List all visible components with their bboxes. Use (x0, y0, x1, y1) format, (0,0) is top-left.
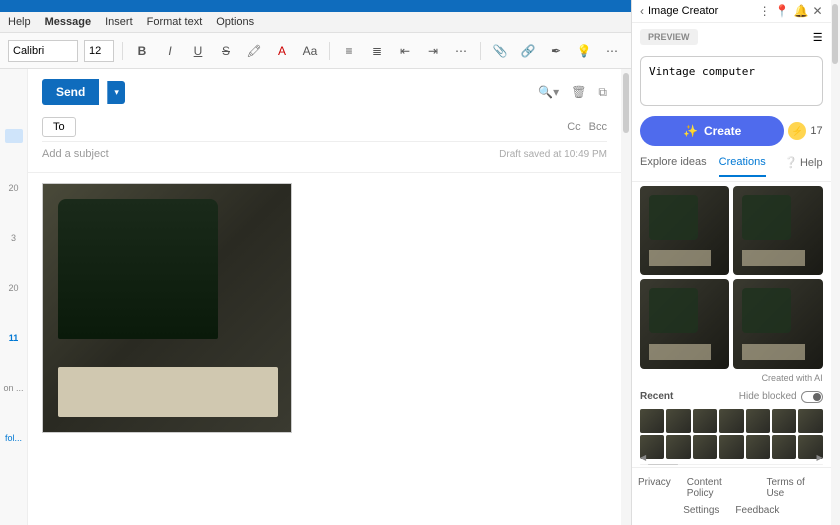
tab-format-text[interactable]: Format text (147, 16, 203, 28)
recent-thumb[interactable] (640, 409, 664, 433)
privacy-link[interactable]: Privacy (638, 477, 671, 499)
bullet-list-button[interactable]: ≡ (338, 40, 360, 62)
font-size-select[interactable] (84, 40, 114, 62)
back-icon[interactable]: ‹ (640, 4, 644, 18)
notification-icon[interactable]: 🔔 (794, 4, 809, 18)
recent-scrollbar[interactable] (640, 464, 823, 465)
to-button[interactable]: To (42, 117, 76, 137)
cc-link[interactable]: Cc (567, 121, 580, 133)
tab-explore-ideas[interactable]: Explore ideas (640, 156, 707, 177)
recent-thumb[interactable] (772, 409, 796, 433)
preview-badge: PREVIEW (640, 29, 698, 45)
hide-blocked-label: Hide blocked (739, 391, 797, 402)
tab-insert[interactable]: Insert (105, 16, 133, 28)
top-bar (0, 0, 631, 12)
more-paragraph-button[interactable]: ⋯ (450, 40, 472, 62)
tab-help[interactable]: Help (8, 16, 31, 28)
creation-thumb[interactable] (640, 279, 729, 368)
recent-thumb[interactable] (719, 409, 743, 433)
creations-grid (632, 182, 831, 373)
ribbon-tabs: Help Message Insert Format text Options (0, 12, 631, 33)
indent-button[interactable]: ⇥ (422, 40, 444, 62)
gutter-count: 20 (8, 183, 18, 193)
hide-blocked-toggle[interactable] (801, 391, 823, 403)
recent-thumb[interactable] (746, 409, 770, 433)
terms-link[interactable]: Terms of Use (766, 477, 824, 499)
gutter-label: fol... (5, 433, 22, 443)
font-select[interactable] (8, 40, 78, 62)
clear-format-button[interactable]: Aa (299, 40, 321, 62)
recent-scroll-right[interactable]: ▶ (816, 453, 822, 462)
help-icon: ❔ (784, 156, 798, 173)
gutter-count: 20 (8, 283, 18, 293)
sensitivity-button[interactable]: 💡 (573, 40, 595, 62)
recent-label: Recent (640, 391, 673, 402)
gutter-count: 11 (9, 333, 19, 343)
close-icon[interactable]: ✕ (813, 4, 823, 18)
more-icon[interactable]: ⋮ (759, 4, 771, 18)
folder-gutter: 20 3 20 11 on ... fol... (0, 69, 28, 525)
recent-scroll-left[interactable]: ◀ (640, 453, 646, 462)
highlight-button[interactable]: 🖍 (243, 40, 265, 62)
send-dropdown[interactable]: ▾ (107, 81, 125, 104)
gutter-count: 3 (11, 233, 16, 243)
create-button[interactable]: ✨ Create (640, 116, 784, 146)
popout-icon[interactable]: ⧉ (598, 85, 607, 100)
link-button[interactable]: 🔗 (517, 40, 539, 62)
tab-creations[interactable]: Creations (719, 156, 766, 177)
ai-disclosure: Created with AI (632, 373, 831, 387)
inserted-image[interactable] (42, 183, 292, 433)
separator (122, 42, 123, 60)
formatting-toolbar: B I U S 🖍 A Aa ≡ ≣ ⇤ ⇥ ⋯ 📎 🔗 ✒ 💡 ⋯ (0, 33, 631, 69)
signature-button[interactable]: ✒ (545, 40, 567, 62)
draft-saved-label: Draft saved at 10:49 PM (499, 149, 607, 160)
separator (329, 42, 330, 60)
creation-thumb[interactable] (733, 186, 822, 275)
settings-link[interactable]: Settings (683, 505, 719, 516)
send-button[interactable]: Send (42, 79, 99, 105)
create-label: Create (704, 124, 741, 138)
number-list-button[interactable]: ≣ (366, 40, 388, 62)
recent-thumb[interactable] (693, 409, 717, 433)
credits-count: 17 (810, 125, 822, 137)
feedback-link[interactable]: Feedback (735, 505, 779, 516)
attach-button[interactable]: 📎 (489, 40, 511, 62)
credits-icon: ⚡ (788, 122, 806, 140)
image-creator-panel: ‹ Image Creator ⋮ 📍 🔔 ✕ PREVIEW ☰ Vintag… (631, 0, 831, 525)
compose-pane: Send ▾ 🔍▾ 🗑 ⧉ To Cc Bcc Add (28, 69, 621, 525)
compose-scrollbar[interactable] (621, 69, 631, 525)
recent-thumb[interactable] (666, 409, 690, 433)
separator (480, 42, 481, 60)
gutter-label: on ... (3, 383, 23, 393)
help-link[interactable]: ❔ Help (784, 156, 822, 177)
italic-button[interactable]: I (159, 40, 181, 62)
zoom-icon[interactable]: 🔍▾ (538, 85, 559, 100)
content-policy-link[interactable]: Content Policy (687, 477, 751, 499)
more-options-button[interactable]: ⋯ (601, 40, 623, 62)
recent-thumb[interactable] (798, 409, 822, 433)
subject-field[interactable]: Add a subject (42, 148, 109, 160)
strikethrough-button[interactable]: S (215, 40, 237, 62)
gutter-selected[interactable] (5, 129, 23, 143)
hamburger-icon[interactable]: ☰ (813, 31, 823, 44)
panel-scrollbar[interactable] (831, 0, 840, 525)
panel-footer: Privacy Content Policy Terms of Use Sett… (632, 467, 831, 525)
message-body[interactable] (28, 173, 621, 525)
underline-button[interactable]: U (187, 40, 209, 62)
tab-options[interactable]: Options (216, 16, 254, 28)
prompt-input[interactable]: Vintage computer (640, 56, 823, 106)
sparkle-icon: ✨ (683, 124, 698, 138)
tab-message[interactable]: Message (45, 16, 91, 28)
bold-button[interactable]: B (131, 40, 153, 62)
font-color-button[interactable]: A (271, 40, 293, 62)
panel-title: Image Creator (648, 5, 755, 17)
pin-icon[interactable]: 📍 (775, 4, 790, 18)
discard-icon[interactable]: 🗑 (571, 85, 586, 100)
creation-thumb[interactable] (640, 186, 729, 275)
creation-thumb[interactable] (733, 279, 822, 368)
outdent-button[interactable]: ⇤ (394, 40, 416, 62)
bcc-link[interactable]: Bcc (589, 121, 607, 133)
